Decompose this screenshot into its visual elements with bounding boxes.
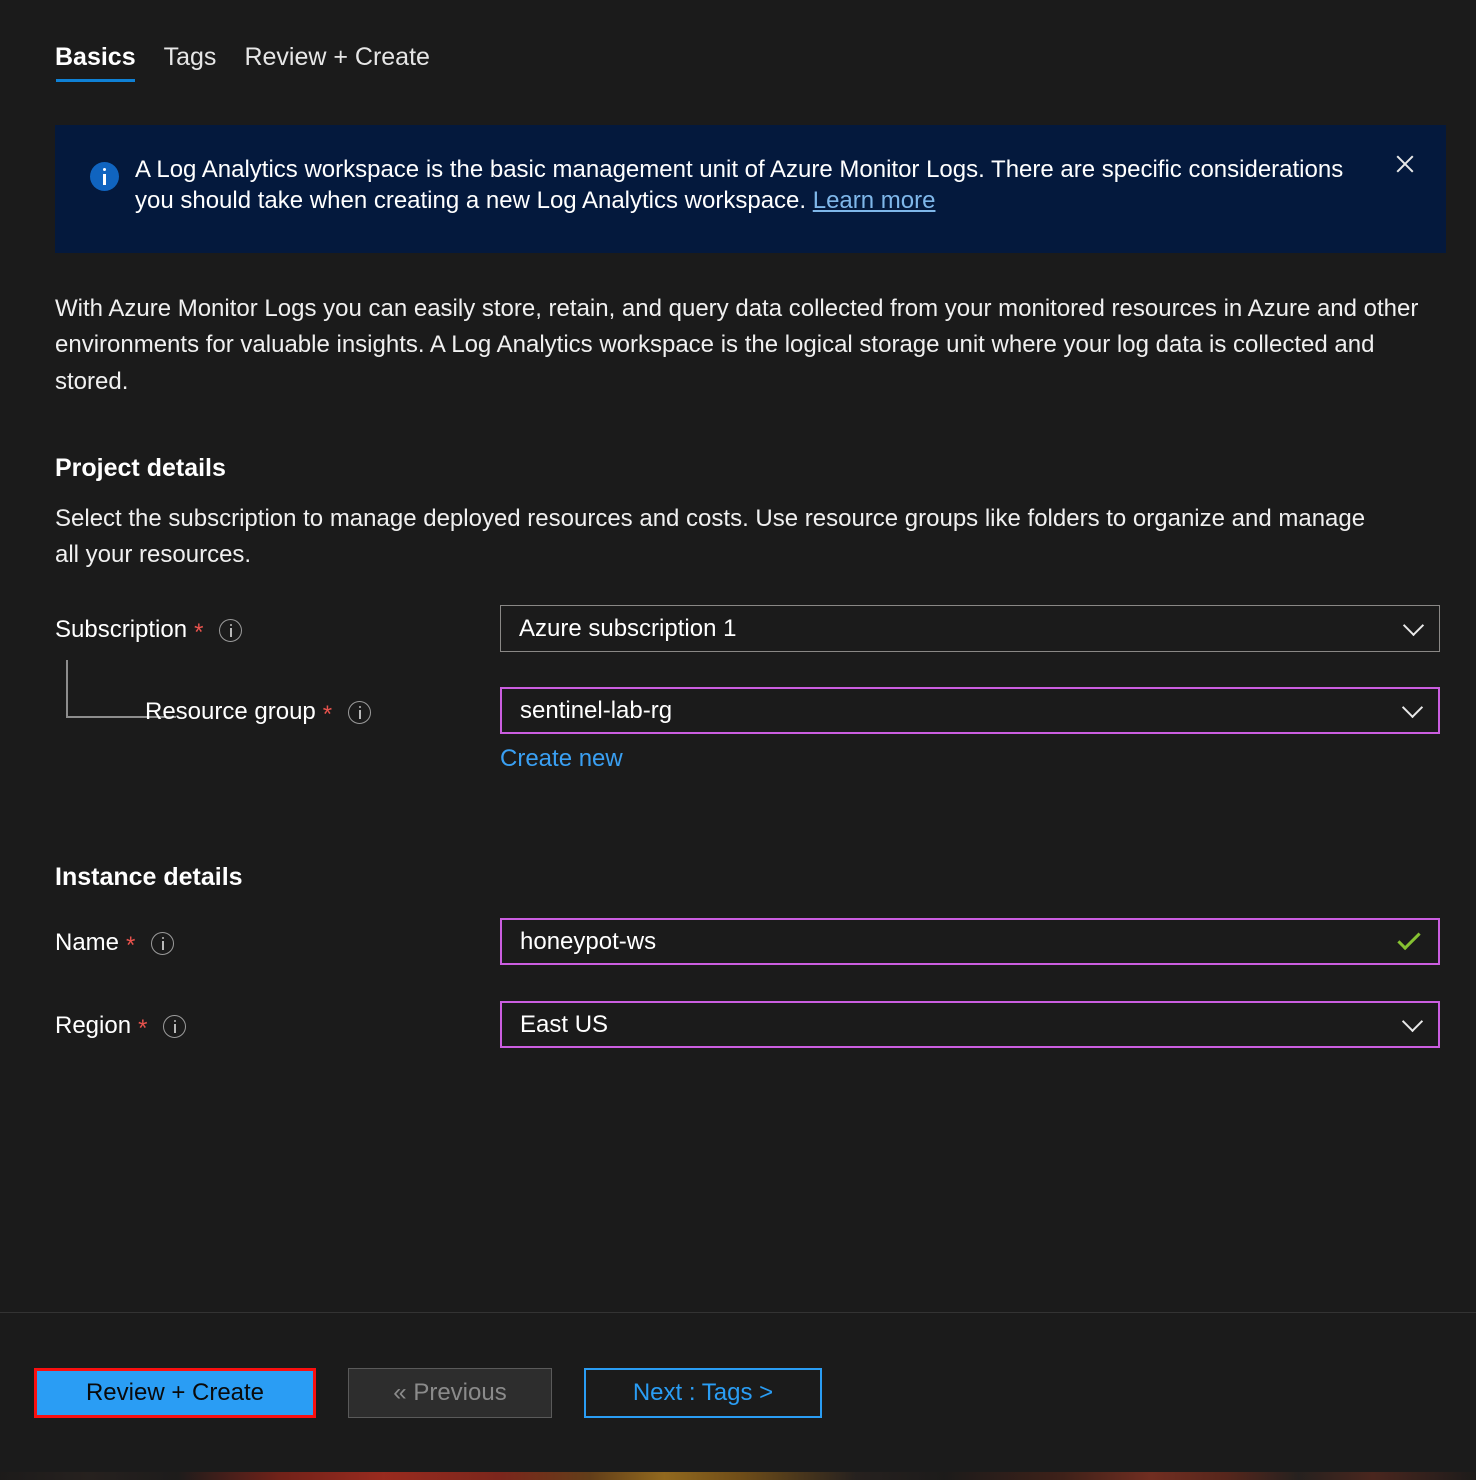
subscription-control-cell: Azure subscription 1 <box>500 605 1476 653</box>
previous-button[interactable]: « Previous <box>348 1367 552 1418</box>
intro-paragraph: With Azure Monitor Logs you can easily s… <box>55 295 1419 395</box>
info-tooltip-icon[interactable] <box>163 1014 187 1038</box>
wizard-footer: Review + Create « Previous Next : Tags > <box>0 1312 1476 1472</box>
tab-review-create[interactable]: Review + Create <box>244 43 430 88</box>
name-input[interactable]: honeypot-ws <box>500 918 1440 966</box>
name-control-cell: honeypot-ws <box>500 918 1476 966</box>
info-icon <box>90 162 119 191</box>
resource-group-label: Resource group <box>145 698 316 726</box>
project-details-description: Select the subscription to manage deploy… <box>55 505 1366 569</box>
region-row: Region * East US <box>0 1001 1476 1051</box>
next-tags-button[interactable]: Next : Tags > <box>584 1367 822 1418</box>
name-label: Name <box>55 929 120 957</box>
subscription-label: Subscription <box>55 616 188 644</box>
info-tooltip-icon[interactable] <box>151 931 175 955</box>
required-asterisk: * <box>194 619 204 647</box>
required-asterisk: * <box>138 1015 148 1043</box>
chevron-down-icon <box>1401 696 1424 719</box>
tab-tags[interactable]: Tags <box>164 43 217 88</box>
instance-details-heading: Instance details <box>55 863 243 892</box>
region-value: East US <box>520 1010 609 1038</box>
name-row: Name * honeypot-ws <box>0 918 1476 968</box>
subscription-label-cell: Subscription * <box>0 605 500 655</box>
review-create-button[interactable]: Review + Create <box>34 1367 316 1418</box>
required-asterisk: * <box>126 932 136 960</box>
required-asterisk: * <box>322 701 333 729</box>
info-tooltip-icon[interactable] <box>348 700 372 724</box>
create-new-resource-group-link[interactable]: Create new <box>500 745 623 773</box>
chevron-down-icon <box>1401 1010 1424 1033</box>
instance-details-form: Name * honeypot-ws Region * East US <box>0 918 1476 1051</box>
resource-group-control-cell: sentinel-lab-rg Create new <box>500 687 1476 773</box>
region-dropdown[interactable]: East US <box>500 1001 1440 1049</box>
learn-more-link[interactable]: Learn more <box>813 187 936 214</box>
bottom-screen-sliver <box>0 1472 1476 1480</box>
close-icon[interactable] <box>1388 147 1422 181</box>
subscription-value: Azure subscription 1 <box>519 614 737 642</box>
name-value: honeypot-ws <box>520 927 657 955</box>
resource-group-dropdown[interactable]: sentinel-lab-rg <box>500 687 1440 735</box>
resource-group-label-cell: Resource group * <box>0 687 500 737</box>
resource-group-row: Resource group * sentinel-lab-rg Create … <box>0 687 1476 773</box>
name-label-cell: Name * <box>0 918 500 968</box>
info-banner: A Log Analytics workspace is the basic m… <box>55 125 1446 253</box>
region-label-cell: Region * <box>0 1001 500 1051</box>
info-banner-text: A Log Analytics workspace is the basic m… <box>135 155 1355 216</box>
project-details-form: Subscription * Azure subscription 1 Reso… <box>0 605 1476 773</box>
info-tooltip-icon[interactable] <box>219 618 243 642</box>
checkmark-icon <box>1397 926 1421 951</box>
project-details-heading: Project details <box>55 454 226 483</box>
info-banner-message: A Log Analytics workspace is the basic m… <box>135 156 1344 214</box>
region-control-cell: East US <box>500 1001 1476 1049</box>
chevron-down-icon <box>1402 614 1425 637</box>
resource-group-value: sentinel-lab-rg <box>520 696 673 724</box>
wizard-tabs: Basics Tags Review + Create <box>0 0 1476 88</box>
subscription-row: Subscription * Azure subscription 1 <box>0 605 1476 655</box>
subscription-dropdown[interactable]: Azure subscription 1 <box>500 605 1440 653</box>
region-label: Region <box>55 1012 132 1040</box>
tab-basics[interactable]: Basics <box>55 43 136 88</box>
